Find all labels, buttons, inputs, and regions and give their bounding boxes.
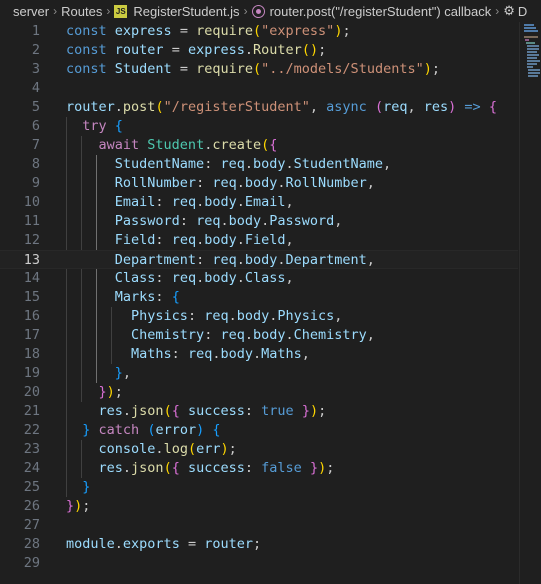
line-number: 24 — [23, 460, 40, 476]
line-number: 22 — [23, 422, 40, 438]
line-number: 11 — [23, 213, 40, 229]
minimap[interactable] — [522, 22, 541, 82]
line-number: 17 — [23, 327, 40, 343]
line-number: 10 — [23, 194, 40, 210]
code-line: 1 const express = require("express"); — [0, 22, 518, 41]
breadcrumb-symbol[interactable]: router.post("/registerStudent") callback — [270, 4, 492, 19]
javascript-file-icon: JS — [114, 4, 128, 18]
code-line: 16 Physics: req.body.Physics, — [0, 307, 518, 326]
code-line: 6 try { — [0, 117, 518, 136]
line-number: 14 — [23, 270, 40, 286]
code-line: 26}); — [0, 497, 518, 516]
code-line: 29 — [0, 554, 518, 573]
breadcrumb-file[interactable]: RegisterStudent.js — [133, 4, 239, 19]
chevron-right-icon: › — [495, 4, 500, 18]
line-number: 16 — [23, 308, 40, 324]
code-line: 4 — [0, 79, 518, 98]
line-number: 5 — [31, 99, 40, 115]
line-number: 27 — [23, 517, 40, 533]
code-line: 5 router.post("/registerStudent", async (… — [0, 98, 518, 117]
code-line: 9 RollNumber: req.body.RollNumber, — [0, 174, 518, 193]
code-line: 24 res.json({ success: false }); — [0, 459, 518, 478]
line-number: 29 — [23, 555, 40, 571]
line-number: 20 — [23, 384, 40, 400]
code-line-current: 13 Department: req.body.Department, — [0, 250, 518, 269]
gear-icon: ⚙ — [503, 3, 515, 18]
code-line: 12 Field: req.body.Field, — [0, 231, 518, 250]
code-line: 3 const Student = require("../models/Stud… — [0, 60, 518, 79]
code-line: 23 console.log(err); — [0, 440, 518, 459]
line-number: 3 — [31, 61, 40, 77]
line-number: 9 — [31, 175, 40, 191]
code-editor[interactable]: 1 const express = require("express"); 2 co… — [0, 22, 541, 584]
code-line: 21 res.json({ success: true }); — [0, 402, 518, 421]
line-number: 25 — [23, 479, 40, 495]
breadcrumb-folder-routes[interactable]: Routes — [61, 4, 102, 19]
chevron-right-icon: › — [53, 4, 58, 18]
code-line: 18 Maths: req.body.Maths, — [0, 345, 518, 364]
chevron-right-icon: › — [243, 4, 248, 18]
line-number: 6 — [31, 118, 40, 134]
code-line: 15 Marks: { — [0, 288, 518, 307]
code-line: 22 } catch (error) { — [0, 421, 518, 440]
breadcrumb-folder-server[interactable]: server — [13, 4, 49, 19]
code-line: 7 await Student.create({ — [0, 136, 518, 155]
code-line: 28 module.exports = router; — [0, 535, 518, 554]
breadcrumb: server › Routes › JS RegisterStudent.js … — [0, 0, 541, 22]
code-line: 14 Class: req.body.Class, — [0, 269, 518, 288]
breadcrumb-overflow[interactable]: D — [518, 4, 527, 19]
code-line: 11 Password: req.body.Password, — [0, 212, 518, 231]
code-line: 19 }, — [0, 364, 518, 383]
line-number: 28 — [23, 536, 40, 552]
line-number: 23 — [23, 441, 40, 457]
line-number: 4 — [31, 80, 40, 96]
code-line: 10 Email: req.body.Email, — [0, 193, 518, 212]
line-number: 15 — [23, 289, 40, 305]
line-number: 19 — [23, 365, 40, 381]
code-line: 8 StudentName: req.body.StudentName, — [0, 155, 518, 174]
chevron-right-icon: › — [106, 4, 111, 18]
line-number: 21 — [23, 403, 40, 419]
editor-scrollbar[interactable] — [519, 22, 520, 584]
code-line: 20 }); — [0, 383, 518, 402]
code-line: 25 } — [0, 478, 518, 497]
line-number: 18 — [23, 346, 40, 362]
line-number: 1 — [31, 23, 40, 39]
line-number: 7 — [31, 137, 40, 153]
line-number: 13 — [23, 252, 40, 268]
code-line: 2 const router = express.Router(); — [0, 41, 518, 60]
code-line: 27 — [0, 516, 518, 535]
function-symbol-icon — [251, 4, 265, 18]
line-number: 2 — [31, 42, 40, 58]
line-number: 26 — [23, 498, 40, 514]
line-number: 12 — [23, 232, 40, 248]
code-line: 17 Chemistry: req.body.Chemistry, — [0, 326, 518, 345]
line-number: 8 — [31, 156, 40, 172]
